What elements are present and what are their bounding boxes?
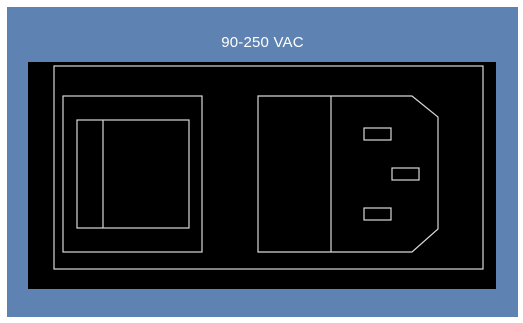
power-panel: 90-250 VAC xyxy=(7,7,518,317)
iec-socket[interactable] xyxy=(257,95,439,253)
power-inlet-module xyxy=(28,62,496,289)
socket-background xyxy=(258,96,436,252)
